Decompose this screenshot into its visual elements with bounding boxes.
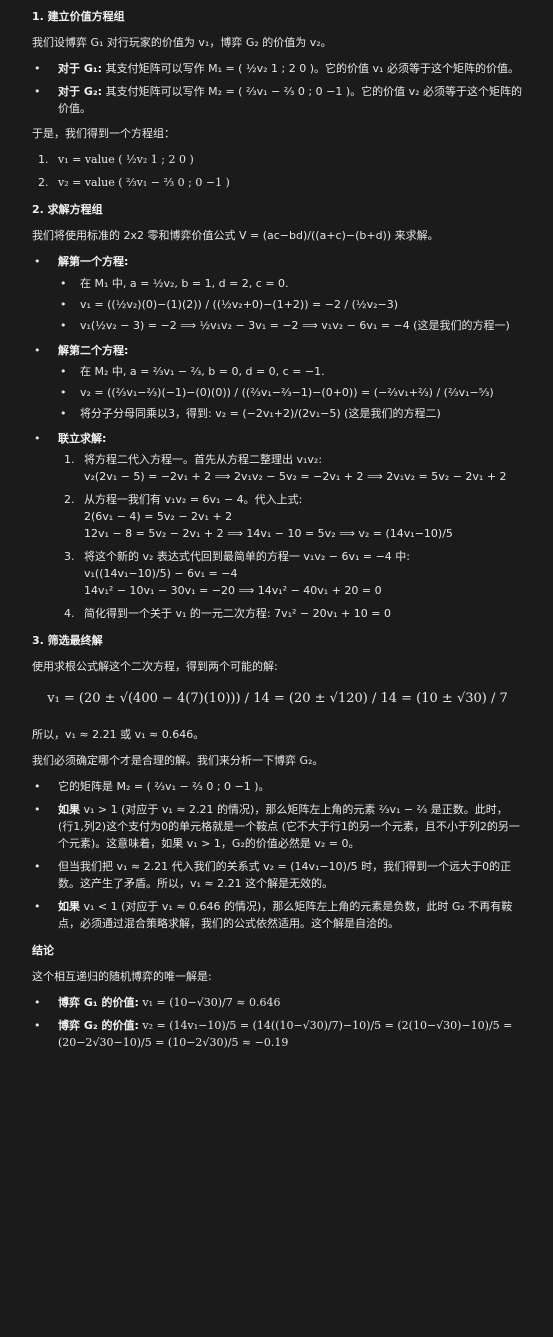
step-text: 将方程二代入方程一。首先从方程二整理出 v₁v₂: — [84, 452, 323, 466]
list-item: 博弈 G₁ 的价值: v₁ = (10−√30)/7 ≈ 0.646 — [32, 994, 523, 1011]
list-item: 解第二个方程: 在 M₂ 中, a = ⅔v₁ − ⅔, b = 0, d = … — [32, 342, 523, 422]
step-math: v₁((14v₁−10)/5) − 6v₁ = −4 — [84, 567, 238, 581]
equation-1: v₁ = value ( ½v₂ 1 ; 2 0 ) — [58, 153, 194, 167]
bullet-label: 如果 — [58, 899, 80, 913]
section-3-intro: 使用求根公式解这个二次方程，得到两个可能的解: — [32, 660, 278, 674]
section-1-intro: 我们设博弈 G₁ 对行玩家的价值为 v₁，博弈 G₂ 的价值为 v₂。 — [32, 36, 332, 50]
equation-2: v₂ = value ( ⅔v₁ − ⅔ 0 ; 0 −1 ) — [58, 176, 230, 190]
list-item: 3. 将这个新的 v₂ 表达式代回到最简单的方程一 v₁v₂ − 6v₁ = −4… — [64, 550, 411, 598]
section-1-list: 对于 G₁: 其支付矩阵可以写作 M₁ = ( ½v₂ 1 ; 2 0 )。它的… — [32, 60, 523, 117]
bullet-text: 其支付矩阵可以写作 M₂ = ( ⅔v₁ − ⅔ 0 ; 0 −1 )。它的价值… — [58, 85, 523, 116]
joint-solve-steps: 1. 将方程二代入方程一。首先从方程二整理出 v₁v₂: v₂(2v₁ − 5) =… — [58, 451, 523, 622]
list-item: 2. v₂ = value ( ⅔v₁ − ⅔ 0 ; 0 −1 ) — [38, 176, 230, 190]
section-2-list: 解第一个方程: 在 M₁ 中, a = ½v₂, b = 1, d = 2, c… — [32, 253, 523, 622]
first-equation-label: 解第一个方程: — [58, 255, 129, 269]
equation-list: 1. v₁ = value ( ½v₂ 1 ; 2 0 ) 2. v₂ = valu… — [32, 151, 523, 191]
quadratic-formula: v₁ = (20 ± √(400 − 4(7)(10))) / 14 = (20… — [47, 691, 508, 707]
bullet-label: 对于 G₁: — [58, 62, 103, 76]
list-item: 它的矩阵是 M₂ = ( ⅔v₁ − ⅔ 0 ; 0 −1 )。 — [32, 778, 523, 795]
conclusion-list: 博弈 G₁ 的价值: v₁ = (10−√30)/7 ≈ 0.646 博弈 G₂… — [32, 994, 523, 1051]
conclusion-intro: 这个相互递归的随机博弈的唯一解是: — [32, 970, 212, 984]
second-equation-steps: 在 M₂ 中, a = ⅔v₁ − ⅔, b = 0, d = 0, c = −… — [58, 363, 523, 422]
step-text: 简化得到一个关于 v₁ 的一元二次方程: 7v₁² − 20v₁ + 10 = … — [84, 607, 391, 621]
step-math: v₂(2v₁ − 5) = −2v₁ + 2 ⟹ 2v₁v₂ − 5v₂ = −… — [84, 469, 507, 483]
list-item: 解第一个方程: 在 M₁ 中, a = ½v₂, b = 1, d = 2, c… — [32, 253, 523, 333]
check-intro: 我们必须确定哪个才是合理的解。我们来分析一下博弈 G₂。 — [32, 753, 324, 767]
step-math: 12v₁ − 8 = 5v₂ − 2v₁ + 2 ⟹ 14v₁ − 10 = 5… — [84, 527, 453, 541]
list-item: 如果 v₁ < 1 (对应于 v₁ ≈ 0.646 的情况)，那么矩阵左上角的元… — [32, 898, 523, 932]
section-3-heading: 3. 筛选最终解 — [32, 634, 103, 648]
g2-label: 博弈 G₂ 的价值: — [58, 1019, 139, 1033]
list-item: v₁(½v₂ − 3) = −2 ⟹ ½v₁v₂ − 3v₁ = −2 ⟹ v₁… — [58, 317, 523, 334]
document: 1. 建立价值方程组 我们设博弈 G₁ 对行玩家的价值为 v₁，博弈 G₂ 的价… — [0, 0, 553, 1051]
section-2-heading: 2. 求解方程组 — [32, 203, 103, 217]
list-item: v₁ = ((½v₂)(0)−(1)(2)) / ((½v₂+0)−(1+2))… — [58, 296, 523, 313]
g1-label: 博弈 G₁ 的价值: — [58, 996, 139, 1010]
bullet-text: v₁ < 1 (对应于 v₁ ≈ 0.646 的情况)，那么矩阵左上角的元素是负… — [58, 899, 513, 930]
list-item: 1. v₁ = value ( ½v₂ 1 ; 2 0 ) — [38, 153, 194, 167]
bullet-text: v₁ > 1 (对应于 v₁ ≈ 2.21 的情况)，那么矩阵左上角的元素 ⅔v… — [58, 802, 520, 850]
step-math: 14v₁² − 10v₁ − 30v₁ = −20 ⟹ 14v₁² − 40v₁… — [84, 584, 382, 598]
list-item: 联立求解: 1.将方程二代入方程一。首先从方程二整理出 v₁v₂:v₂(2v₁ … — [32, 430, 523, 622]
step-math: 2(6v₁ − 4) = 5v₂ − 2v₁ + 2 — [84, 510, 233, 524]
section-1-heading: 1. 建立价值方程组 — [32, 10, 125, 23]
list-item: 博弈 G₂ 的价值: v₂ = (14v₁−10)/5 = (14((10−√3… — [32, 1017, 523, 1051]
list-item: 对于 G₁: 其支付矩阵可以写作 M₁ = ( ½v₂ 1 ; 2 0 )。它的… — [32, 60, 523, 77]
g1-value: v₁ = (10−√30)/7 ≈ 0.646 — [142, 996, 281, 1010]
list-item: 对于 G₂: 其支付矩阵可以写作 M₂ = ( ⅔v₁ − ⅔ 0 ; 0 −1… — [32, 83, 523, 117]
system-intro: 于是，我们得到一个方程组： — [32, 127, 175, 141]
second-equation-label: 解第二个方程: — [58, 343, 129, 357]
list-item: 2. 从方程一我们有 v₁v₂ = 6v₁ − 4。代入上式: 2(6v₁ − 4)… — [64, 492, 453, 541]
bullet-label: 如果 — [58, 802, 80, 816]
section-3-list: 它的矩阵是 M₂ = ( ⅔v₁ − ⅔ 0 ; 0 −1 )。 如果 v₁ >… — [32, 778, 523, 932]
list-item: 1. 将方程二代入方程一。首先从方程二整理出 v₁v₂: v₂(2v₁ − 5) =… — [64, 452, 507, 483]
list-item: 将分子分母同乘以3，得到: v₂ = (−2v₁+2)/(2v₁−5) (这是我… — [58, 405, 523, 422]
list-item: 在 M₂ 中, a = ⅔v₁ − ⅔, b = 0, d = 0, c = −… — [58, 363, 523, 380]
list-item: 如果 v₁ > 1 (对应于 v₁ ≈ 2.21 的情况)，那么矩阵左上角的元素… — [32, 801, 523, 852]
joint-solve-label: 联立求解: — [58, 431, 107, 445]
conclusion-heading: 结论 — [32, 944, 54, 958]
bullet-text: 其支付矩阵可以写作 M₁ = ( ½v₂ 1 ; 2 0 )。它的价值 v₁ 必… — [105, 62, 519, 76]
section-2-intro: 我们将使用标准的 2x2 零和博弈价值公式 V = (ac−bd)/((a+c)… — [32, 229, 439, 243]
bullet-label: 对于 G₂: — [58, 85, 103, 99]
list-item: 4. 简化得到一个关于 v₁ 的一元二次方程: 7v₁² − 20v₁ + 10 … — [64, 607, 391, 621]
first-equation-steps: 在 M₁ 中, a = ½v₂, b = 1, d = 2, c = 0. v₁… — [58, 275, 523, 334]
step-text: 从方程一我们有 v₁v₂ = 6v₁ − 4。代入上式: — [84, 492, 303, 506]
list-item: 但当我们把 v₁ ≈ 2.21 代入我们的关系式 v₂ = (14v₁−10)/… — [32, 858, 523, 892]
approx-solutions: 所以，v₁ ≈ 2.21 或 v₁ ≈ 0.646。 — [32, 727, 205, 741]
list-item: 在 M₁ 中, a = ½v₂, b = 1, d = 2, c = 0. — [58, 275, 523, 292]
step-text: 将这个新的 v₂ 表达式代回到最简单的方程一 v₁v₂ − 6v₁ = −4 中… — [84, 550, 411, 564]
list-item: v₂ = ((⅔v₁−⅔)(−1)−(0)(0)) / ((⅔v₁−⅔−1)−(… — [58, 384, 523, 401]
